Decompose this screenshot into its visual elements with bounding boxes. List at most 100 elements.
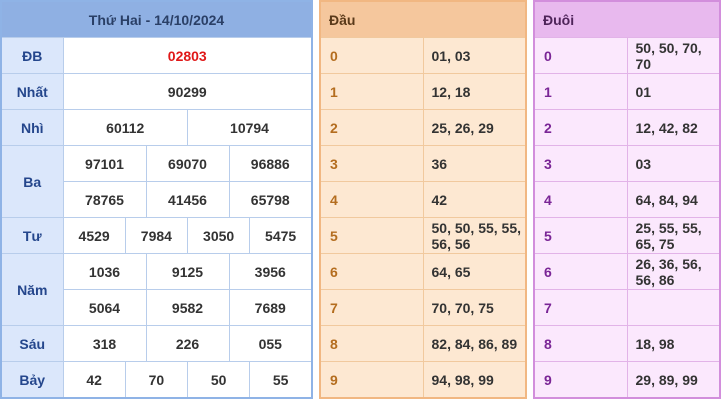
prize-value: 10794 [187, 109, 313, 146]
dau-digit: 1 [320, 73, 424, 110]
prize-label: ĐB [0, 37, 64, 74]
prize-label: Ba [0, 145, 64, 218]
duoi-digit: 9 [534, 361, 628, 398]
prize-row-special: ĐB 02803 [0, 37, 313, 74]
dau-values: 64, 65 [423, 253, 526, 290]
prize-row-sixth: Sáu 318 226 055 [0, 325, 313, 362]
prize-value: 318 [62, 325, 147, 362]
dau-values: 42 [423, 181, 526, 218]
prize-value: 60112 [62, 109, 188, 146]
duoi-values: 29, 89, 99 [627, 361, 720, 398]
dau-header-blank [423, 1, 526, 38]
dau-digit: 4 [320, 181, 424, 218]
prize-value: 4529 [62, 217, 126, 254]
prize-value: 055 [228, 325, 313, 362]
prize-label: Nhất [0, 73, 64, 110]
duoi-row: 8 18, 98 [534, 325, 720, 362]
duoi-row: 6 26, 36, 56, 56, 86 [534, 253, 720, 290]
dau-digit: 0 [320, 37, 424, 74]
duoi-row: 4 64, 84, 94 [534, 181, 720, 218]
duoi-digit: 2 [534, 109, 628, 146]
prize-value: 96886 [228, 145, 313, 182]
prize-value: 226 [145, 325, 230, 362]
prize-value: 97101 [62, 145, 147, 182]
duoi-values: 12, 42, 82 [627, 109, 720, 146]
prize-value: 7984 [124, 217, 189, 254]
prize-value: 1036 [62, 253, 147, 290]
dau-header-label: Đầu [320, 1, 423, 38]
prize-row-third: Ba 97101 69070 96886 [0, 145, 313, 218]
duoi-row: 7 [534, 289, 720, 326]
duoi-row: 0 50, 50, 70, 70 [534, 37, 720, 74]
dau-row: 3 36 [320, 145, 526, 182]
prize-value: 69070 [145, 145, 230, 182]
prize-value: 7689 [228, 289, 313, 326]
duoi-values: 01 [627, 73, 720, 110]
dau-values: 94, 98, 99 [423, 361, 526, 398]
duoi-digit: 0 [534, 37, 628, 74]
dau-row: 1 12, 18 [320, 73, 526, 110]
duoi-values: 50, 50, 70, 70 [627, 37, 720, 74]
duoi-row: 2 12, 42, 82 [534, 109, 720, 146]
duoi-digit: 1 [534, 73, 628, 110]
prize-value: 70 [124, 361, 189, 399]
prize-row-second: Nhì 60112 10794 [0, 109, 313, 146]
dau-values: 70, 70, 75 [423, 289, 526, 326]
prize-label: Bảy [0, 361, 64, 399]
duoi-values: 64, 84, 94 [627, 181, 720, 218]
dau-digit: 7 [320, 289, 424, 326]
duoi-digit: 7 [534, 289, 628, 326]
duoi-digit: 8 [534, 325, 628, 362]
duoi-digit: 4 [534, 181, 628, 218]
prize-row-seventh: Bảy 42 70 50 55 [0, 361, 313, 399]
duoi-row: 1 01 [534, 73, 720, 110]
dau-row: 0 01, 03 [320, 37, 526, 74]
duoi-row: 3 03 [534, 145, 720, 182]
dau-row: 6 64, 65 [320, 253, 526, 290]
prize-value: 02803 [62, 37, 313, 74]
duoi-header-label: Đuôi [534, 1, 627, 38]
prize-results-table: Thứ Hai - 14/10/2024 ĐB 02803 Nhất 90299… [0, 0, 313, 399]
dau-row: 9 94, 98, 99 [320, 361, 526, 398]
duoi-row: 5 25, 55, 55, 65, 75 [534, 217, 720, 254]
prize-value: 3050 [186, 217, 251, 254]
prize-value: 5064 [62, 289, 147, 326]
dau-values: 36 [423, 145, 526, 182]
prize-value: 3956 [228, 253, 313, 290]
duoi-header-blank [627, 1, 720, 38]
prize-value: 50 [186, 361, 251, 399]
dau-values: 12, 18 [423, 73, 526, 110]
prize-value: 78765 [62, 181, 147, 218]
dau-row: 4 42 [320, 181, 526, 218]
prize-value: 90299 [62, 73, 313, 110]
prize-row-fourth: Tư 4529 7984 3050 5475 [0, 217, 313, 254]
results-date-title: Thứ Hai - 14/10/2024 [1, 1, 312, 38]
dau-digit: 6 [320, 253, 424, 290]
dau-row: 2 25, 26, 29 [320, 109, 526, 146]
duoi-values: 18, 98 [627, 325, 720, 362]
duoi-digit: 3 [534, 145, 628, 182]
prize-value: 9125 [145, 253, 230, 290]
prize-row-first: Nhất 90299 [0, 73, 313, 110]
prize-value: 41456 [145, 181, 230, 218]
dau-values: 50, 50, 55, 55, 56, 56 [423, 217, 526, 254]
prize-label: Tư [0, 217, 64, 254]
prize-value: 55 [249, 361, 313, 399]
duoi-digit: 5 [534, 217, 628, 254]
head-digit-table: Đầu 0 01, 03 1 12, 18 2 25, 26, 29 3 36 4 42 … [319, 0, 527, 399]
dau-values: 01, 03 [423, 37, 526, 74]
duoi-row: 9 29, 89, 99 [534, 361, 720, 398]
prize-label: Năm [0, 253, 64, 326]
dau-values: 25, 26, 29 [423, 109, 526, 146]
prize-value: 5475 [249, 217, 313, 254]
prize-value: 65798 [228, 181, 313, 218]
dau-digit: 9 [320, 361, 424, 398]
dau-digit: 3 [320, 145, 424, 182]
dau-values: 82, 84, 86, 89 [423, 325, 526, 362]
tail-digit-table: Đuôi 0 50, 50, 70, 70 1 01 2 12, 42, 82 3 03… [533, 0, 721, 399]
duoi-digit: 6 [534, 253, 628, 290]
prize-value: 42 [62, 361, 126, 399]
dau-digit: 5 [320, 217, 424, 254]
prize-label: Nhì [0, 109, 64, 146]
prize-row-fifth: Năm 1036 9125 3956 [0, 253, 313, 326]
